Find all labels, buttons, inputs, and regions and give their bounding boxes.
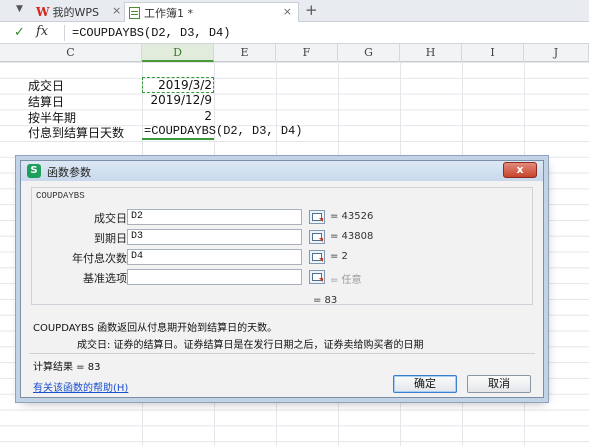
insert-function-fx-icon[interactable]: fx	[36, 24, 48, 39]
arguments-group: COUPDAYBS 成交日 D2 = 43526 到期日 D3 = 43808 …	[31, 187, 533, 305]
confirm-check-icon[interactable]: ✓	[14, 25, 25, 40]
formula-bar-separator	[64, 25, 65, 41]
cell-d5[interactable]: =COUPDAYBS(D2, D3, D4)	[144, 124, 302, 138]
tab-my-wps[interactable]: W 我的WPS ×	[36, 2, 121, 22]
tab-my-wps-label: 我的WPS	[52, 6, 99, 19]
column-header-row: C D E F G H I J	[0, 44, 589, 62]
formula-bar: ✓ fx =COUPDAYBS(D2, D3, D4)	[0, 22, 589, 44]
arg-label-basis: 基准选项	[83, 272, 127, 285]
arg-input-basis[interactable]	[127, 269, 302, 285]
cell-d4[interactable]: 2	[144, 109, 212, 123]
cell-d3[interactable]: 2019/12/9	[144, 93, 212, 107]
column-header-h[interactable]: H	[400, 44, 462, 62]
arg-input-settlement[interactable]: D2	[127, 209, 302, 225]
cell-c5[interactable]: 付息到结算日天数	[28, 124, 124, 141]
column-header-f[interactable]: F	[276, 44, 338, 62]
column-header-i[interactable]: I	[462, 44, 524, 62]
column-header-d[interactable]: D	[142, 44, 214, 62]
function-description: COUPDAYBS 函数返回从付息期开始到结算日的天数。	[33, 323, 278, 334]
dialog-divider	[29, 353, 535, 354]
arg-input-frequency[interactable]: D4	[127, 249, 302, 265]
column-header-j[interactable]: J	[524, 44, 589, 62]
function-help-link[interactable]: 有关该函数的帮助(H)	[33, 379, 128, 394]
dialog-close-button[interactable]: x	[503, 162, 537, 178]
tab-workbook1[interactable]: 工作簿1 * ×	[124, 2, 299, 22]
tab-menu-caret-icon[interactable]: ▼	[16, 4, 23, 14]
arg-input-maturity[interactable]: D3	[127, 229, 302, 245]
tab-workbook1-label: 工作簿1 *	[144, 6, 193, 20]
tab-bar: ▼ W 我的WPS × 工作簿1 * × +	[0, 0, 589, 22]
arg-label-frequency: 年付息次数	[72, 252, 127, 265]
column-header-c[interactable]: C	[0, 44, 142, 62]
column-header-e[interactable]: E	[214, 44, 276, 62]
column-header-g[interactable]: G	[338, 44, 400, 62]
function-arguments-dialog: S 函数参数 x COUPDAYBS 成交日 D2 = 43526 到期日 D3…	[20, 160, 544, 398]
dialog-title: 函数参数	[47, 166, 91, 179]
function-result-preview: = 83	[313, 295, 338, 306]
calculation-result: 计算结果 = 83	[33, 362, 101, 373]
spreadsheet-icon	[129, 6, 140, 19]
parameter-description: 成交日: 证券的结算日。证券结算日是在发行日期之后，证券卖给购买者的日期	[77, 340, 424, 351]
ok-button[interactable]: 确定	[393, 375, 457, 393]
cell-d2[interactable]: 2019/3/2	[144, 78, 212, 92]
arg-value-maturity: = 43808	[330, 231, 374, 242]
collapse-dialog-ref-icon[interactable]	[309, 230, 325, 244]
wps-logo-icon: W	[36, 5, 50, 19]
cancel-button[interactable]: 取消	[467, 375, 531, 393]
arg-label-maturity: 到期日	[94, 232, 127, 245]
tab-workbook1-close-icon[interactable]: ×	[283, 5, 292, 18]
wps-spreadsheet-app-icon: S	[27, 164, 41, 178]
cell-c3[interactable]: 结算日	[28, 93, 64, 110]
function-name-legend: COUPDAYBS	[36, 191, 85, 201]
collapse-dialog-ref-icon[interactable]	[309, 270, 325, 284]
new-tab-icon[interactable]: +	[305, 1, 318, 19]
arg-label-settlement: 成交日	[94, 212, 127, 225]
dialog-title-bar[interactable]: S 函数参数 x	[21, 161, 543, 181]
cell-c2[interactable]: 成交日	[28, 77, 64, 94]
collapse-dialog-ref-icon[interactable]	[309, 250, 325, 264]
tab-my-wps-close-icon[interactable]: ×	[112, 4, 121, 17]
arg-value-settlement: = 43526	[330, 211, 374, 222]
arg-value-frequency: = 2	[330, 251, 348, 262]
collapse-dialog-ref-icon[interactable]	[309, 210, 325, 224]
arg-value-basis: = 任意	[330, 275, 362, 286]
formula-input[interactable]: =COUPDAYBS(D2, D3, D4)	[72, 26, 230, 40]
